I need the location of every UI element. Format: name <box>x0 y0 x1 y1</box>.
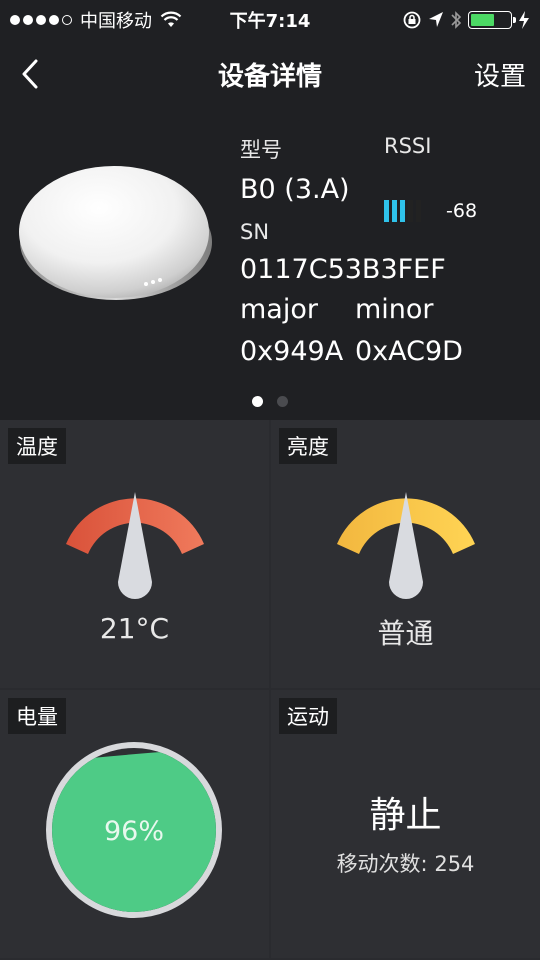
battery-fill <box>471 14 494 26</box>
sensor-grid: 温度 21°C 亮度 普通 电量 96% 运动 静止 移动次数: 254 <box>0 420 540 960</box>
motion-count-label: 移动次数: <box>336 852 428 876</box>
model-label: 型号 <box>240 138 282 162</box>
sn-value: 0117C53B3FEF <box>240 254 446 285</box>
battery-icon <box>468 11 516 29</box>
page-indicator[interactable] <box>0 396 540 407</box>
bluetooth-icon <box>451 11 462 29</box>
charging-bolt-icon <box>519 11 529 29</box>
nav-bar: 设备详情 设置 <box>0 40 540 106</box>
temperature-gauge <box>66 492 204 599</box>
brightness-value: 普通 <box>377 617 434 650</box>
brightness-gauge <box>337 492 475 599</box>
rssi-bar <box>408 200 413 222</box>
device-info-panel: 型号 RSSI B0 (3.A) -68 SN 0117C53B3FEF maj… <box>0 106 540 420</box>
rssi-bar <box>384 200 389 222</box>
model-value: B0 (3.A) <box>240 174 350 205</box>
major-value: 0x949A <box>240 336 344 367</box>
rotation-lock-icon <box>403 11 421 29</box>
major-label: major <box>240 294 318 325</box>
brightness-label: 亮度 <box>279 428 337 464</box>
motion-count: 移动次数: 254 <box>271 848 540 878</box>
motion-state: 静止 <box>369 795 442 836</box>
temperature-value: 21°C <box>99 612 170 645</box>
motion-tile[interactable]: 运动 静止 移动次数: 254 <box>271 690 540 958</box>
battery-tile[interactable]: 电量 96% <box>0 690 269 958</box>
rssi-label: RSSI <box>384 134 432 158</box>
location-arrow-icon <box>429 12 443 27</box>
signal-strength-icon <box>10 15 72 25</box>
rssi-signal-bars <box>384 200 421 222</box>
status-bar: 中国移动 下午7:14 <box>0 0 540 40</box>
minor-value: 0xAC9D <box>355 336 463 367</box>
sn-label: SN <box>240 220 270 244</box>
settings-button[interactable]: 设置 <box>474 56 526 93</box>
minor-label: minor <box>355 294 434 325</box>
motion-label: 运动 <box>279 698 337 734</box>
battery-value: 96% <box>103 816 164 847</box>
rssi-bar <box>416 200 421 222</box>
wifi-icon <box>160 11 182 27</box>
rssi-value: -68 <box>446 200 478 222</box>
brightness-tile[interactable]: 亮度 普通 <box>271 420 540 688</box>
page-title: 设备详情 <box>217 62 322 92</box>
motion-count-value: 254 <box>434 852 475 876</box>
temperature-label: 温度 <box>8 428 66 464</box>
temperature-tile[interactable]: 温度 21°C <box>0 420 269 688</box>
carrier-name: 中国移动 <box>80 11 152 32</box>
battery-label: 电量 <box>8 698 66 734</box>
rssi-bar <box>392 200 397 222</box>
page-dot[interactable] <box>252 396 263 407</box>
page-dot[interactable] <box>277 396 288 407</box>
rssi-bar <box>400 200 405 222</box>
beacon-device-image <box>19 166 212 300</box>
